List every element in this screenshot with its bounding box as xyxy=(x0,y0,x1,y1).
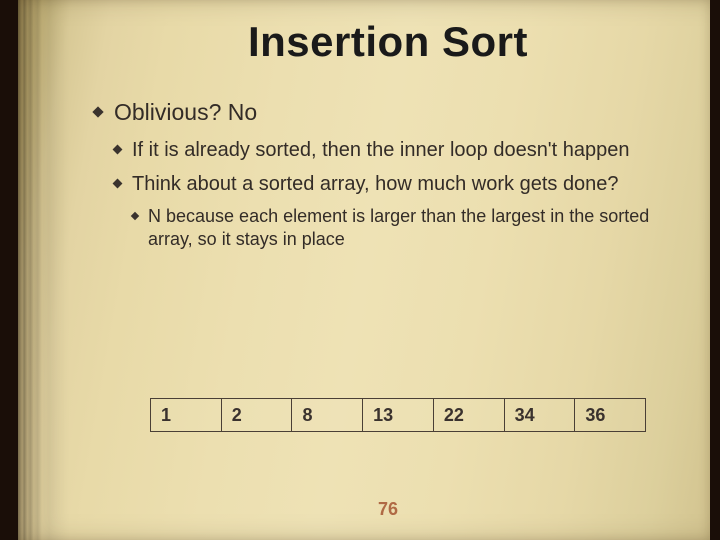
array-cell: 22 xyxy=(433,398,504,432)
bullet-sublist: If it is already sorted, then the inner … xyxy=(114,137,678,252)
array-visual: 1 2 8 13 22 34 36 xyxy=(150,398,646,432)
array-cell: 36 xyxy=(574,398,646,432)
page-number: 76 xyxy=(88,499,688,520)
bullet-level3: N because each element is larger than th… xyxy=(132,205,678,252)
book-spine xyxy=(18,0,70,540)
bullet-text: N because each element is larger than th… xyxy=(148,206,649,249)
array-cell: 34 xyxy=(504,398,575,432)
bullet-text: Think about a sorted array, how much wor… xyxy=(132,173,619,195)
bullet-level1: Oblivious? No If it is already sorted, t… xyxy=(94,98,678,252)
slide-stage: Insertion Sort Oblivious? No If it is al… xyxy=(0,0,720,540)
bullet-text: Oblivious? No xyxy=(114,99,257,125)
bullet-list: Oblivious? No If it is already sorted, t… xyxy=(94,98,678,252)
book-page: Insertion Sort Oblivious? No If it is al… xyxy=(18,0,710,540)
array-cell: 1 xyxy=(150,398,221,432)
array-cell: 8 xyxy=(291,398,362,432)
slide-title: Insertion Sort xyxy=(88,18,688,66)
slide-content: Insertion Sort Oblivious? No If it is al… xyxy=(88,0,688,540)
array-cell: 2 xyxy=(221,398,292,432)
array-cell: 13 xyxy=(362,398,433,432)
bullet-subsublist: N because each element is larger than th… xyxy=(132,205,678,252)
bullet-text: If it is already sorted, then the inner … xyxy=(132,139,629,161)
bullet-level2: If it is already sorted, then the inner … xyxy=(114,137,678,163)
bullet-level2: Think about a sorted array, how much wor… xyxy=(114,171,678,252)
